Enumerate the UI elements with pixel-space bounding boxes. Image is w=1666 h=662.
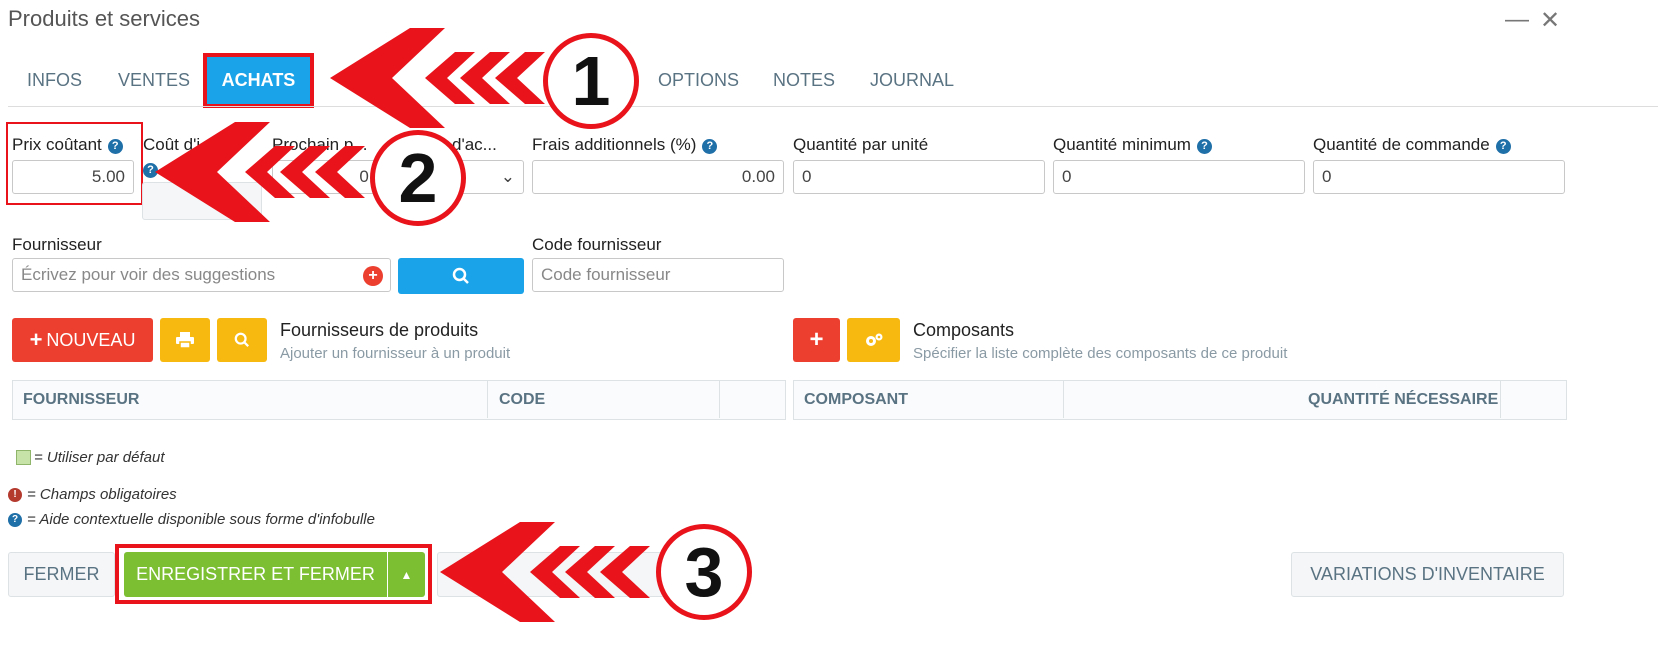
annotation-arrows [155,28,650,622]
step-2-badge: 2 [370,130,466,226]
step-3-badge: 3 [656,524,752,620]
arrow-3-icon [440,522,650,622]
arrow-2-icon [155,122,365,222]
arrow-1-icon [330,28,545,128]
step-1-badge: 1 [543,33,639,129]
